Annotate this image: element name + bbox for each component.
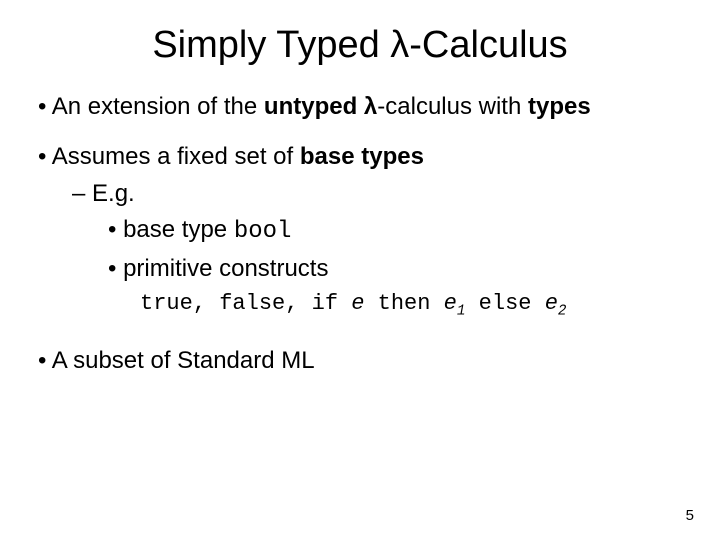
slide-body: An extension of the untyped λ-calculus w… [30, 91, 690, 377]
code-true: true [140, 291, 193, 316]
text-fragment: base type [123, 216, 234, 243]
text-fragment: e [545, 291, 558, 316]
text-bold-base-types: base types [300, 143, 424, 170]
lambda-symbol: λ [364, 93, 377, 120]
slide-number: 5 [686, 507, 694, 524]
text-comma: , [193, 291, 219, 316]
code-false: false [219, 291, 285, 316]
bullet-eg: E.g. [30, 178, 690, 210]
slide: Simply Typed λ-Calculus An extension of … [0, 0, 720, 540]
slide-title: Simply Typed λ-Calculus [30, 24, 690, 67]
code-if: if [312, 291, 352, 316]
code-else: else [465, 291, 544, 316]
text-comma: , [285, 291, 311, 316]
text-bold-types: types [528, 93, 591, 120]
code-line: true, false, if e then e1 else e2 [30, 289, 690, 319]
text-fragment: An extension of the [52, 93, 264, 120]
text-fragment: e [444, 291, 457, 316]
code-bool: bool [234, 218, 292, 245]
bullet-base-type: base type bool [30, 214, 690, 248]
text-fragment: Assumes a fixed set of [52, 143, 300, 170]
text-fragment: primitive constructs [123, 255, 328, 282]
code-then: then [378, 291, 444, 316]
bullet-primitive-constructs: primitive constructs [30, 253, 690, 285]
text-fragment: E.g. [92, 180, 135, 207]
title-text-after: -Calculus [409, 24, 567, 66]
lambda-symbol: λ [390, 24, 409, 66]
text-bold-untyped: untyped [264, 93, 364, 120]
bullet-assumes: Assumes a fixed set of base types [30, 141, 690, 173]
subscript-2: 2 [558, 303, 567, 319]
title-text-before: Simply Typed [152, 24, 390, 66]
bullet-extension: An extension of the untyped λ-calculus w… [30, 91, 690, 123]
text-fragment: -calculus with [377, 93, 528, 120]
code-e1: e1 [444, 291, 466, 316]
code-e2: e2 [545, 291, 567, 316]
code-e: e [351, 291, 377, 316]
text-fragment: A subset of Standard ML [52, 347, 315, 374]
bullet-subset-ml: A subset of Standard ML [30, 345, 690, 377]
